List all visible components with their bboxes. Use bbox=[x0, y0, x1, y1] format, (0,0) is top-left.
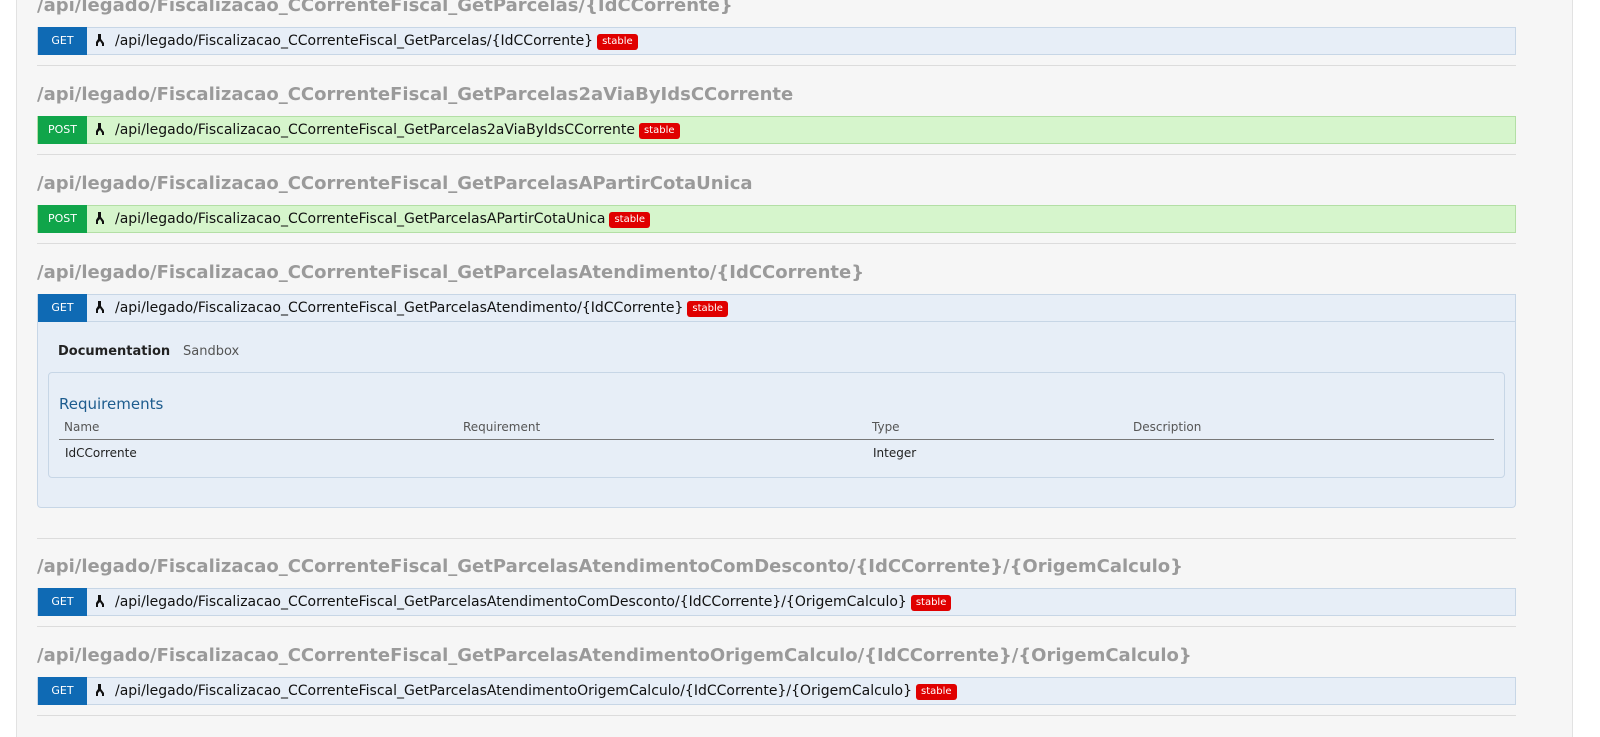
tab-documentation[interactable]: Documentation bbox=[58, 344, 170, 359]
section-title[interactable]: /api/legado/Fiscalizacao_CCorrenteFiscal… bbox=[37, 262, 864, 284]
endpoint-details: Documentation Sandbox Requirements Name … bbox=[37, 322, 1516, 508]
section-divider bbox=[37, 65, 1516, 66]
method-badge-get[interactable]: GET bbox=[38, 27, 87, 55]
section-divider bbox=[37, 243, 1516, 244]
endpoint-path-line[interactable]: /api/legado/Fiscalizacao_CCorrenteFiscal… bbox=[115, 589, 952, 615]
key-icon bbox=[96, 684, 104, 696]
endpoint-row[interactable]: POST /api/legado/Fiscalizacao_CCorrenteF… bbox=[37, 205, 1516, 233]
stable-badge: stable bbox=[910, 595, 952, 611]
section-title[interactable]: /api/legado/Fiscalizacao_CCorrenteFiscal… bbox=[37, 84, 793, 106]
endpoint-path[interactable]: /api/legado/Fiscalizacao_CCorrenteFiscal… bbox=[115, 122, 635, 138]
section-divider bbox=[37, 626, 1516, 627]
cell-name: IdCCorrente bbox=[65, 446, 137, 460]
endpoint-path[interactable]: /api/legado/Fiscalizacao_CCorrenteFiscal… bbox=[115, 683, 912, 699]
key-icon bbox=[96, 123, 104, 135]
endpoint-path[interactable]: /api/legado/Fiscalizacao_CCorrenteFiscal… bbox=[115, 594, 907, 610]
stable-badge: stable bbox=[638, 123, 680, 139]
table-header-divider bbox=[59, 439, 1494, 440]
stable-badge: stable bbox=[609, 212, 650, 228]
tab-sandbox[interactable]: Sandbox bbox=[183, 344, 239, 359]
stable-badge: stable bbox=[687, 301, 728, 317]
endpoint-path[interactable]: /api/legado/Fiscalizacao_CCorrenteFiscal… bbox=[115, 33, 593, 49]
method-badge-post[interactable]: POST bbox=[38, 205, 87, 233]
section-title[interactable]: /api/legado/Fiscalizacao_CCorrenteFiscal… bbox=[37, 556, 1183, 578]
endpoint-row[interactable]: POST /api/legado/Fiscalizacao_CCorrenteF… bbox=[37, 116, 1516, 144]
endpoint-path-line[interactable]: /api/legado/Fiscalizacao_CCorrenteFiscal… bbox=[115, 28, 638, 54]
endpoint-path-line[interactable]: /api/legado/Fiscalizacao_CCorrenteFiscal… bbox=[115, 678, 957, 704]
key-icon bbox=[96, 301, 104, 313]
endpoint-path-line[interactable]: /api/legado/Fiscalizacao_CCorrenteFiscal… bbox=[115, 295, 728, 321]
col-header-type: Type bbox=[872, 420, 900, 434]
endpoint-path[interactable]: /api/legado/Fiscalizacao_CCorrenteFiscal… bbox=[115, 300, 683, 316]
key-icon bbox=[96, 595, 104, 607]
stable-badge: stable bbox=[916, 684, 957, 700]
section-title[interactable]: /api/legado/Fiscalizacao_CCorrenteFiscal… bbox=[37, 0, 733, 17]
col-header-name: Name bbox=[64, 420, 100, 434]
api-doc-panel: /api/legado/Fiscalizacao_CCorrenteFiscal… bbox=[16, 0, 1573, 737]
col-header-requirement: Requirement bbox=[463, 420, 541, 434]
endpoint-row[interactable]: GET /api/legado/Fiscalizacao_CCorrenteFi… bbox=[37, 677, 1516, 705]
method-badge-get[interactable]: GET bbox=[38, 588, 87, 616]
endpoint-row[interactable]: GET /api/legado/Fiscalizacao_CCorrenteFi… bbox=[37, 27, 1516, 55]
key-icon bbox=[96, 212, 104, 224]
endpoint-path-line[interactable]: /api/legado/Fiscalizacao_CCorrenteFiscal… bbox=[115, 206, 650, 232]
method-badge-get[interactable]: GET bbox=[38, 294, 87, 322]
cell-type: Integer bbox=[873, 446, 917, 460]
method-badge-post[interactable]: POST bbox=[38, 116, 87, 144]
section-divider bbox=[37, 154, 1516, 155]
endpoint-path-line[interactable]: /api/legado/Fiscalizacao_CCorrenteFiscal… bbox=[115, 117, 680, 143]
section-divider bbox=[37, 538, 1516, 539]
stable-badge: stable bbox=[597, 34, 638, 50]
method-badge-get[interactable]: GET bbox=[38, 677, 87, 705]
key-icon bbox=[96, 34, 104, 46]
endpoint-row[interactable]: GET /api/legado/Fiscalizacao_CCorrenteFi… bbox=[37, 294, 1516, 322]
section-title[interactable]: /api/legado/Fiscalizacao_CCorrenteFiscal… bbox=[37, 173, 753, 195]
requirements-title: Requirements bbox=[59, 395, 164, 413]
section-title[interactable]: /api/legado/Fiscalizacao_CCorrenteFiscal… bbox=[37, 645, 1192, 667]
requirements-box: Requirements Name Requirement Type Descr… bbox=[48, 372, 1505, 478]
endpoint-path[interactable]: /api/legado/Fiscalizacao_CCorrenteFiscal… bbox=[115, 211, 605, 227]
col-header-description: Description bbox=[1133, 420, 1202, 434]
section-divider bbox=[37, 715, 1516, 716]
endpoint-row[interactable]: GET /api/legado/Fiscalizacao_CCorrenteFi… bbox=[37, 588, 1516, 616]
